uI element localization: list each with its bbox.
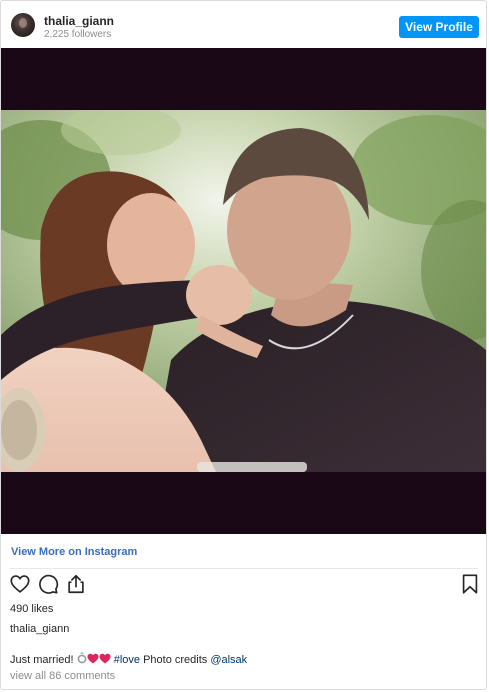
- view-comments-link[interactable]: view all 86 comments: [10, 670, 115, 682]
- action-bar: [1, 573, 486, 599]
- post-caption: Just married! #love Photo credits @alsak: [10, 651, 247, 667]
- ring-icon: [77, 651, 87, 667]
- divider: [9, 568, 478, 569]
- view-profile-button[interactable]: View Profile: [399, 16, 479, 38]
- share-upload-icon[interactable]: [65, 573, 87, 595]
- post-media[interactable]: [1, 48, 486, 534]
- view-more-link[interactable]: View More on Instagram: [11, 546, 137, 558]
- like-count[interactable]: 490 likes: [10, 603, 53, 615]
- hashtag-link[interactable]: #love: [114, 654, 140, 666]
- speech-bubble-icon[interactable]: [37, 573, 59, 595]
- follower-count: 2,225 followers: [44, 29, 112, 40]
- bookmark-icon[interactable]: [459, 573, 481, 595]
- caption-credit-text: Photo credits: [143, 654, 208, 666]
- post-author[interactable]: thalia_giann: [10, 623, 69, 635]
- red-heart-icon: [87, 653, 99, 667]
- caption-text: Just married!: [10, 654, 74, 666]
- username[interactable]: thalia_giann: [44, 14, 114, 28]
- photo-illustration: [1, 110, 486, 472]
- post-photo: [1, 110, 486, 472]
- mention-link[interactable]: @alsak: [210, 654, 247, 666]
- red-heart-icon: [99, 653, 111, 667]
- post-header: thalia_giann 2,225 followers View Profil…: [1, 1, 486, 47]
- instagram-embed-card: thalia_giann 2,225 followers View Profil…: [0, 0, 487, 690]
- heart-outline-icon[interactable]: [9, 573, 31, 595]
- avatar[interactable]: [11, 13, 35, 37]
